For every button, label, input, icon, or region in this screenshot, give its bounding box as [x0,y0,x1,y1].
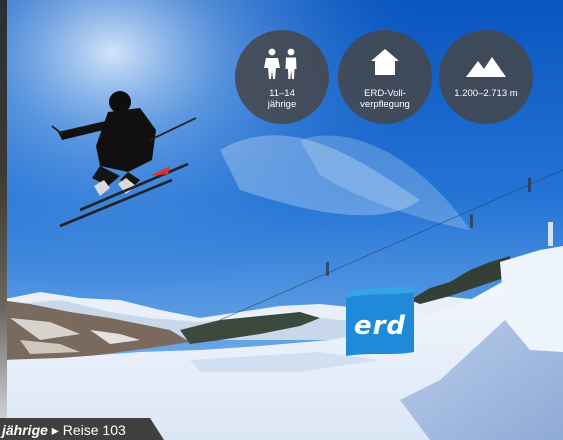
page-edge-strip [0,0,7,440]
children-icon [264,48,297,79]
altitude-badge: 1.200–2.713 m [439,30,533,124]
footer-trip-label: Reise 103 [62,422,126,438]
age-label: jährige [267,99,297,110]
footer-age-label: jährige [2,422,48,438]
footer-text: jährige ▸ Reise 103 [2,421,126,439]
age-range: 11–14 [269,88,295,99]
trip-reference-tab: jährige ▸ Reise 103 [0,418,164,440]
food-line1: ERD-Voll- [364,88,406,99]
erd-logo: erd [346,306,414,346]
food-badge: ERD-Voll- verpflegung [338,30,432,124]
house-icon [371,49,399,75]
altitude-range: 1.200–2.713 m [454,88,518,99]
food-line2: verpflegung [360,99,410,110]
footer-arrow: ▸ [51,422,59,438]
mountain-icon [466,57,506,77]
age-badge: 11–14 jährige [235,30,329,124]
erd-logo-text: erd [353,311,407,341]
